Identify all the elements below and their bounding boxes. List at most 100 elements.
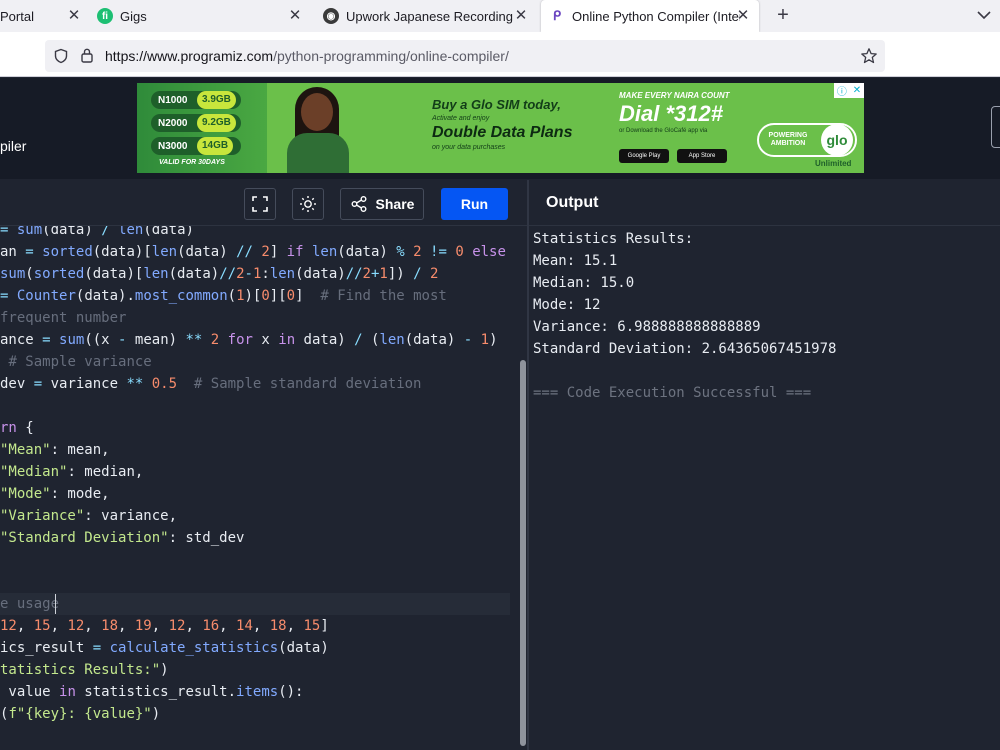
editor-toolbar: Share Run: [0, 180, 528, 226]
ad-model-image: [287, 85, 349, 173]
share-label: Share: [375, 196, 415, 212]
output-line: Standard Deviation: 2.64365067451978: [533, 341, 837, 357]
code-line: tatistics Results:"): [0, 662, 169, 678]
ad-offer-price: N2000: [158, 117, 188, 129]
ad-offer-data: 9.2GB: [197, 114, 236, 132]
url-text[interactable]: https://www.programiz.com/python-program…: [105, 48, 509, 64]
site-title[interactable]: piler: [0, 138, 26, 154]
tab-label: Portal: [0, 8, 34, 24]
code-line: dev = variance ** 0.5 # Sample standard …: [0, 376, 422, 392]
ad-validity: VALID FOR 30DAYS: [159, 159, 225, 166]
tab-portal[interactable]: Portal ✕: [0, 0, 82, 32]
code-line: = Counter(data).most_common(1)[0][0] # F…: [0, 288, 447, 304]
ad-main-offer: Double Data Plans: [432, 124, 573, 141]
sun-icon: [300, 196, 316, 212]
share-button[interactable]: Share: [340, 188, 424, 220]
fullscreen-button[interactable]: [244, 188, 276, 220]
close-icon[interactable]: ✕: [853, 85, 861, 96]
url-host: https://www.programiz.com: [105, 48, 274, 64]
upwork-tab-icon: ◉: [323, 8, 339, 24]
output-line: Median: 15.0: [533, 275, 635, 291]
code-line: "Standard Deviation": std_dev: [0, 530, 245, 546]
ad-dial-code: Dial *312#: [619, 101, 723, 126]
close-icon[interactable]: ✕: [735, 8, 751, 24]
ad-offer: N1000 3.9GB: [151, 91, 241, 109]
tab-label: Gigs: [120, 8, 147, 24]
code-line: ics_result = calculate_statistics(data): [0, 640, 329, 656]
fiverr-tab-icon: fi: [97, 8, 113, 24]
fullscreen-icon: [252, 196, 268, 212]
ad-offer-price: N1000: [158, 94, 188, 106]
code-line: "Mode": mode,: [0, 486, 110, 502]
info-icon[interactable]: ⓘ: [837, 83, 847, 98]
url-path: /python-programming/online-compiler/: [273, 48, 509, 64]
code-line-active: e usage: [0, 593, 510, 615]
advertisement-banner[interactable]: N1000 3.9GB N2000 9.2GB N3000 14GB VALID…: [137, 83, 864, 173]
address-bar[interactable]: https://www.programiz.com/python-program…: [45, 40, 885, 72]
shield-icon[interactable]: [53, 48, 69, 69]
header-button[interactable]: [991, 106, 1000, 148]
execution-status: === Code Execution Successful ===: [533, 385, 812, 401]
editor-scrollbar-thumb[interactable]: [520, 360, 526, 746]
star-icon[interactable]: [860, 47, 878, 70]
close-icon[interactable]: ✕: [287, 8, 303, 24]
close-icon[interactable]: ✕: [66, 8, 82, 24]
programiz-tab-icon: ᑭ: [552, 8, 562, 23]
code-line: rn {: [0, 420, 34, 436]
code-line: ance = sum((x - mean) ** 2 for x in data…: [0, 332, 498, 348]
output-line: Mean: 15.1: [533, 253, 618, 269]
new-tab-button[interactable]: +: [772, 4, 794, 26]
tab-programiz[interactable]: ᑭ Online Python Compiler (Interp ✕: [541, 0, 759, 32]
code-line: 12, 15, 12, 18, 19, 12, 16, 14, 18, 15]: [0, 618, 329, 634]
tab-bar: Portal ✕ fi Gigs ✕ ◉ Upwork Japanese Rec…: [0, 0, 1000, 32]
ad-headline: Buy a Glo SIM today,: [432, 97, 561, 112]
ad-note: on your data purchases: [432, 144, 506, 151]
tab-label: Upwork Japanese Recording Pr: [346, 8, 516, 24]
code-line: an = sorted(data)[len(data) // 2] if len…: [0, 244, 506, 260]
chevron-down-icon[interactable]: [974, 5, 994, 25]
ad-offer: N2000 9.2GB: [151, 114, 241, 132]
code-line: "Variance": variance,: [0, 508, 178, 524]
tab-label: Online Python Compiler (Interp: [572, 8, 740, 24]
ad-headline-block: Buy a Glo SIM today, Activate and enjoy …: [432, 97, 622, 151]
output-line: Statistics Results:: [533, 231, 694, 247]
code-line: sum(sorted(data)[len(data)//2-1:len(data…: [0, 266, 439, 282]
output-line: Variance: 6.988888888888889: [533, 319, 761, 335]
ad-choices[interactable]: ⓘ ✕: [834, 83, 864, 98]
code-line: "Median": median,: [0, 464, 144, 480]
tab-upwork[interactable]: ◉ Upwork Japanese Recording Pr ✕: [323, 0, 529, 32]
code-editor[interactable]: = sum(data) / len(data) an = sorted(data…: [0, 226, 520, 750]
ad-download-note: or Download the GloCafé app via: [619, 128, 708, 134]
code-line: frequent number: [0, 310, 127, 326]
ad-count-tag: MAKE EVERY NAIRA COUNT: [619, 91, 730, 100]
close-icon[interactable]: ✕: [513, 8, 529, 24]
code-line: (f"{key}: {value}"): [0, 706, 161, 722]
code-line: "Mean": mean,: [0, 442, 110, 458]
ad-subline: Activate and enjoy: [432, 115, 490, 122]
output-line: Mode: 12: [533, 297, 601, 313]
share-icon: [351, 196, 367, 212]
output-panel: Statistics Results: Mean: 15.1 Median: 1…: [529, 226, 1000, 750]
theme-toggle-button[interactable]: [292, 188, 324, 220]
ad-offer-data: 3.9GB: [197, 91, 236, 109]
ad-slogan: POWERING AMBITION: [768, 132, 808, 147]
glo-brand: glo: [821, 124, 853, 156]
run-button[interactable]: Run: [441, 188, 508, 220]
code-line: value in statistics_result.items():: [0, 684, 304, 700]
tab-gigs[interactable]: fi Gigs ✕: [97, 0, 303, 32]
ad-dial-block: MAKE EVERY NAIRA COUNT Dial *312# or Dow…: [619, 91, 759, 134]
output-header: Output: [529, 180, 1000, 226]
lock-icon[interactable]: [80, 47, 94, 69]
output-title: Output: [546, 194, 599, 211]
text-cursor: [55, 594, 56, 614]
nav-bar: https://www.programiz.com/python-program…: [0, 32, 1000, 77]
ad-unlimited: Unlimited: [815, 159, 852, 168]
ad-offer-price: N3000: [158, 140, 188, 152]
code-line: = sum(data) / len(data): [0, 226, 194, 238]
code-line: # Sample variance: [8, 354, 152, 370]
ad-offer: N3000 14GB: [151, 137, 241, 155]
google-play-badge[interactable]: Google Play: [619, 149, 669, 163]
ad-offer-data: 14GB: [197, 137, 234, 155]
glo-logo: POWERING AMBITION glo: [757, 123, 857, 157]
app-store-badge[interactable]: App Store: [677, 149, 727, 163]
